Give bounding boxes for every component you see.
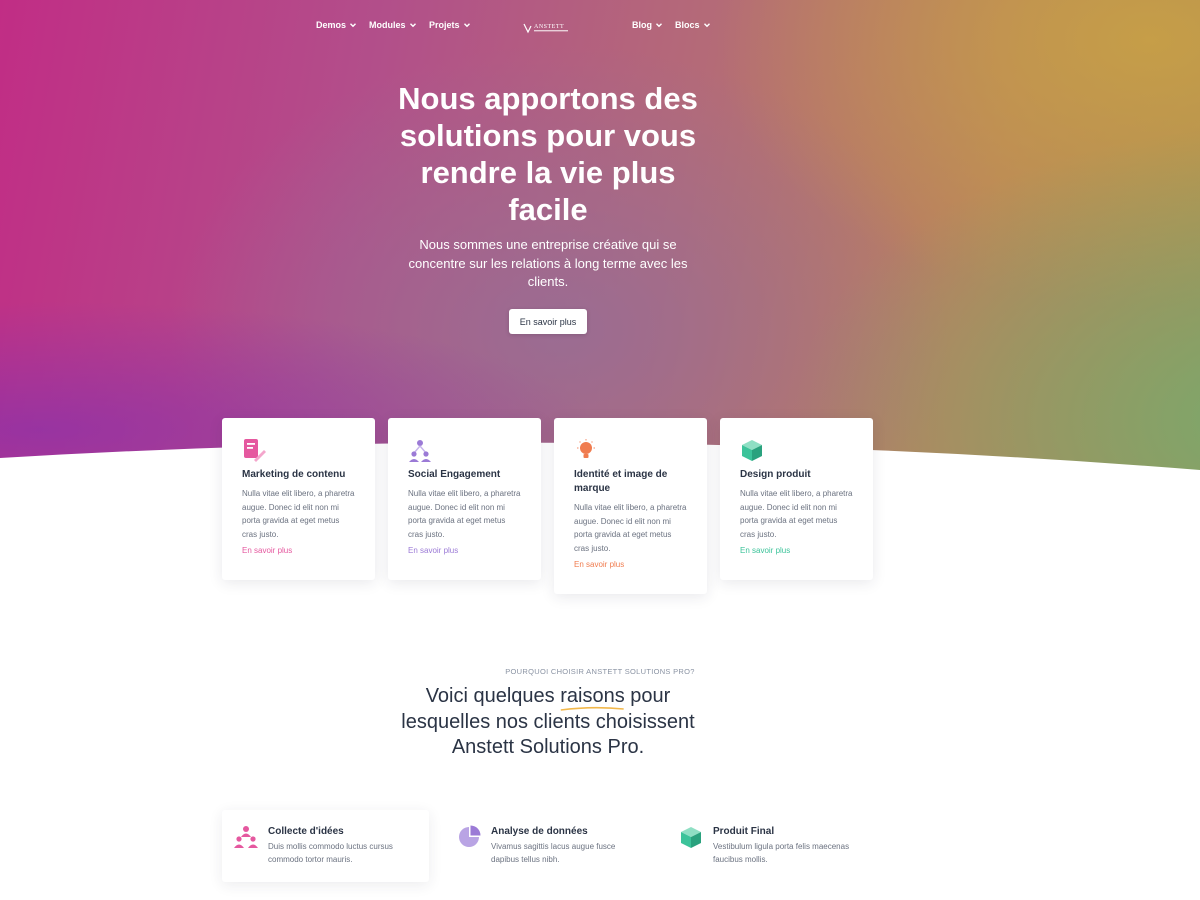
- nav-item-label: Demos: [316, 20, 347, 30]
- chevron-down-icon: [656, 23, 662, 28]
- lightbulb-icon: [577, 439, 595, 458]
- service-card-design: Design produit Nulla vitae elit libero, …: [720, 418, 873, 580]
- logo-wordmark: ANSTETT: [534, 24, 564, 30]
- feature-final-product: Produit Final Vestibulum ligula porta fe…: [667, 810, 874, 882]
- feature-body: Collecte d'idées Duis mollis commodo luc…: [268, 825, 417, 882]
- box-icon: [742, 440, 762, 461]
- card-learn-more-link[interactable]: En savoir plus: [408, 546, 522, 555]
- nav-item-label: Projets: [429, 20, 460, 30]
- card-learn-more-link[interactable]: En savoir plus: [242, 546, 356, 555]
- card-text: Nulla vitae elit libero, a pharetra augu…: [574, 503, 687, 553]
- card-title: Marketing de contenu: [242, 469, 346, 480]
- card-title: Design produit: [740, 469, 811, 480]
- hero-subtitle: Nous sommes une entreprise créative qui …: [408, 237, 688, 289]
- service-card-marketing: Marketing de contenu Nulla vitae elit li…: [222, 418, 375, 580]
- feature-text: Vivamus sagittis lacus augue fusce dapib…: [491, 842, 616, 864]
- underline-accent: [560, 706, 624, 711]
- chevron-down-icon: [703, 23, 710, 28]
- chevron-down-icon: [409, 23, 416, 28]
- main-navigation: Demos Modules Projets ANSTETT Blog Blocs: [0, 18, 1200, 38]
- feature-text: Duis mollis commodo luctus cursus commod…: [268, 842, 393, 864]
- section-eyebrow: POURQUOI CHOISIR ANSTETT SOLUTIONS PRO?: [505, 667, 695, 676]
- nav-item-demos[interactable]: Demos: [316, 20, 357, 30]
- chevron-down-icon: [463, 23, 470, 28]
- card-learn-more-link[interactable]: En savoir plus: [574, 560, 688, 569]
- document-edit-icon: [244, 439, 266, 462]
- nav-item-blocs[interactable]: Blocs: [675, 20, 711, 30]
- card-learn-more-link[interactable]: En savoir plus: [740, 546, 854, 555]
- nav-item-label: Modules: [369, 20, 406, 30]
- card-text: Nulla vitae elit libero, a pharetra augu…: [242, 489, 355, 539]
- card-text: Nulla vitae elit libero, a pharetra augu…: [408, 489, 521, 539]
- card-title: Identité et image de marque: [574, 469, 668, 494]
- feature-title: Produit Final: [713, 826, 775, 837]
- card-text: Nulla vitae elit libero, a pharetra augu…: [740, 489, 853, 539]
- feature-title: Analyse de données: [491, 826, 588, 837]
- feature-body: Produit Final Vestibulum ligula porta fe…: [713, 825, 862, 882]
- hero-learn-more-button[interactable]: En savoir plus: [509, 309, 587, 334]
- hero-title: Nous apportons des solutions pour vous r…: [398, 81, 698, 227]
- why-section-title: Voici quelques raisons pour lesquelles n…: [395, 684, 701, 761]
- feature-ideas: Collecte d'idées Duis mollis commodo luc…: [222, 810, 429, 882]
- service-card-branding: Identité et image de marque Nulla vitae …: [554, 418, 707, 594]
- feature-text: Vestibulum ligula porta felis maecenas f…: [713, 842, 850, 864]
- nav-item-blog[interactable]: Blog: [632, 20, 663, 30]
- team-icon: [234, 826, 258, 848]
- brand-logo[interactable]: ANSTETT: [522, 20, 574, 36]
- nav-item-label: Blog: [632, 20, 652, 30]
- nav-item-modules[interactable]: Modules: [369, 20, 417, 30]
- why-title-start: Voici quelques: [425, 685, 555, 707]
- why-title-highlight-text: raisons: [560, 685, 625, 707]
- feature-body: Analyse de données Vivamus sagittis lacu…: [491, 825, 640, 882]
- nav-item-label: Blocs: [675, 20, 700, 30]
- card-title: Social Engagement: [408, 469, 501, 480]
- users-network-icon: [409, 440, 431, 462]
- why-title-highlight: raisons: [560, 684, 625, 711]
- service-card-social: Social Engagement Nulla vitae elit liber…: [388, 418, 541, 580]
- nav-item-projets[interactable]: Projets: [429, 20, 471, 30]
- pie-chart-icon: [459, 825, 481, 847]
- box-icon: [681, 827, 701, 848]
- feature-title: Collecte d'idées: [268, 826, 344, 837]
- chevron-down-icon: [350, 23, 357, 28]
- feature-data-analysis: Analyse de données Vivamus sagittis lacu…: [445, 810, 652, 882]
